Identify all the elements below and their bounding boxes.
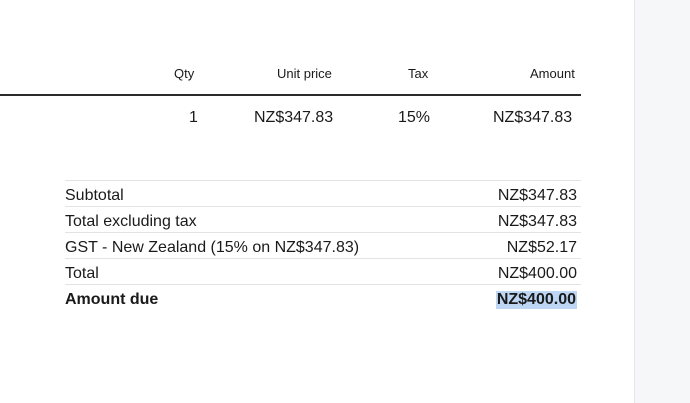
- summary-label: GST - New Zealand (15% on NZ$347.83): [65, 239, 360, 256]
- invoice-page: Qty Unit price Tax Amount 1 NZ$347.83 15…: [0, 0, 690, 403]
- invoice-summary: Subtotal NZ$347.83 Total excluding tax N…: [65, 180, 581, 310]
- summary-value: NZ$347.83: [497, 213, 577, 230]
- header-divider: [0, 94, 581, 96]
- line-item-tax: 15%: [398, 109, 431, 126]
- summary-value: NZ$52.17: [506, 239, 577, 256]
- amount-due-value[interactable]: NZ$400.00: [495, 291, 577, 309]
- column-header-amount: Amount: [530, 66, 575, 81]
- summary-value: NZ$400.00: [497, 265, 577, 282]
- summary-row-amount-due: Amount due NZ$400.00: [65, 284, 581, 310]
- summary-label: Total excluding tax: [65, 213, 197, 230]
- line-item-unit-price: NZ$347.83: [254, 109, 334, 126]
- summary-row-total: Total NZ$400.00: [65, 258, 581, 284]
- side-panel-gutter: [634, 0, 690, 403]
- line-item-qty: 1: [189, 109, 198, 126]
- line-item-amount: NZ$347.83: [493, 109, 573, 126]
- column-header-qty: Qty: [174, 66, 195, 81]
- summary-label: Amount due: [65, 291, 159, 308]
- column-header-unit-price: Unit price: [277, 66, 332, 81]
- column-header-tax: Tax: [408, 66, 429, 81]
- summary-value: NZ$347.83: [497, 187, 577, 204]
- summary-row-subtotal: Subtotal NZ$347.83: [65, 180, 581, 206]
- summary-label: Subtotal: [65, 187, 124, 204]
- summary-label: Total: [65, 265, 99, 282]
- invoice-document: Qty Unit price Tax Amount 1 NZ$347.83 15…: [0, 0, 634, 403]
- summary-row-total-excluding-tax: Total excluding tax NZ$347.83: [65, 206, 581, 232]
- summary-row-gst: GST - New Zealand (15% on NZ$347.83) NZ$…: [65, 232, 581, 258]
